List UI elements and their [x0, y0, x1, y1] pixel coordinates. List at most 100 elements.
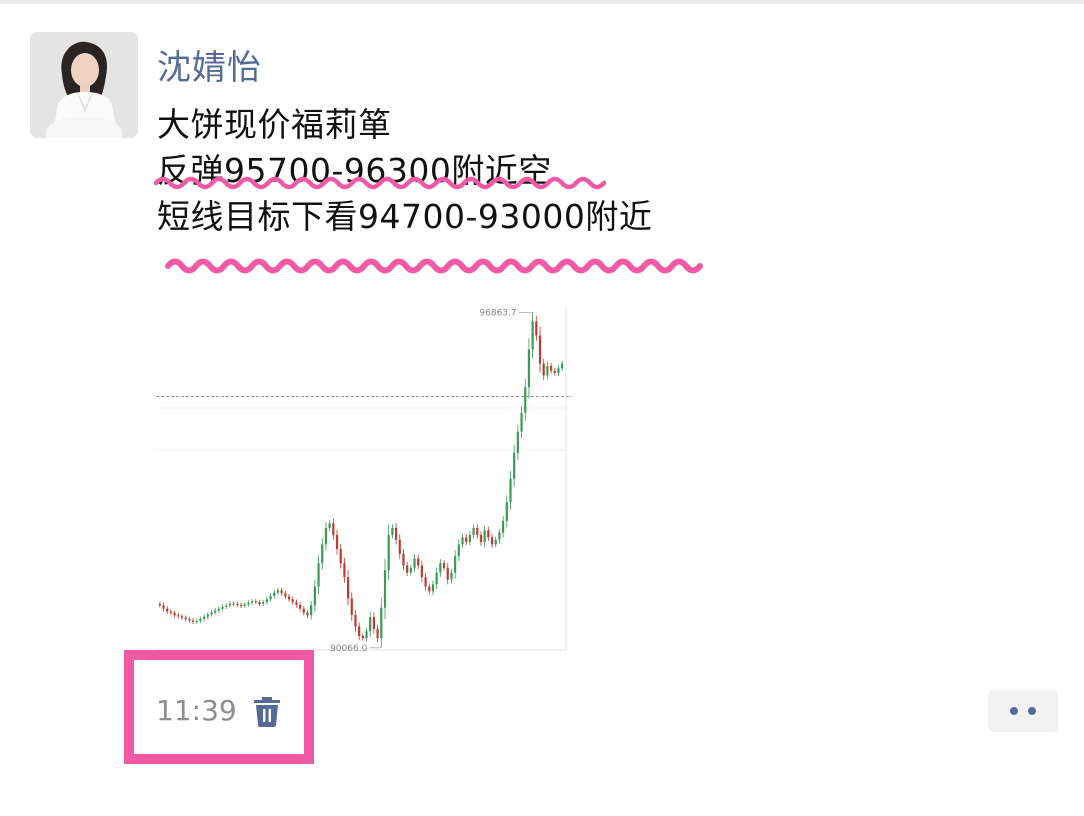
trash-icon [254, 697, 280, 727]
candle-body [531, 321, 534, 350]
candle-body [236, 603, 239, 605]
candle-body [468, 534, 471, 543]
candle-body [483, 530, 486, 543]
candle-body [358, 626, 361, 636]
candle-body [553, 370, 556, 374]
candle-body [509, 478, 512, 503]
candle-body [394, 527, 398, 540]
candle-body [505, 502, 508, 521]
candle-body [287, 596, 291, 600]
candle-body [299, 604, 302, 609]
candle-body [561, 363, 564, 369]
candle-body [520, 412, 523, 432]
candle-body [435, 572, 438, 585]
candle-body [406, 565, 409, 573]
candle-body [184, 617, 187, 620]
candle-body [409, 567, 412, 573]
more-options-button[interactable] [988, 690, 1058, 732]
candle-body [549, 365, 553, 371]
candle-body [280, 590, 283, 594]
candle-body [324, 527, 328, 545]
candle-body [472, 527, 475, 535]
candle-body [335, 534, 339, 550]
candle-body [332, 523, 335, 535]
candle-body [321, 544, 324, 564]
high-price-label: 96863.7 [479, 308, 516, 318]
candle-body [513, 452, 516, 479]
delete-button[interactable] [252, 694, 282, 728]
candle-body [284, 593, 287, 597]
candlestick-chart: 96863.7 90066.0 [156, 308, 572, 654]
chart-image[interactable]: 96863.7 90066.0 [156, 308, 572, 654]
candle-body [527, 349, 531, 388]
candle-body [380, 607, 383, 639]
candle-body [158, 603, 161, 606]
candle-body [465, 537, 468, 543]
candle-body [487, 530, 490, 538]
candle-body [354, 614, 357, 627]
candle-body [420, 565, 423, 578]
candle-body [195, 620, 198, 622]
candle-body [269, 596, 272, 600]
candle-body [166, 608, 169, 612]
candle-body [479, 534, 483, 543]
candle-body [398, 539, 401, 554]
author-avatar[interactable] [30, 32, 138, 138]
candle-body [476, 527, 479, 535]
candle-body [180, 616, 184, 618]
candle-body [203, 616, 206, 620]
candle-body [302, 608, 305, 613]
more-dots-icon [1010, 707, 1018, 715]
candle-body [457, 544, 460, 557]
candle-body [262, 602, 265, 604]
candle-body [490, 537, 494, 545]
candle-body [295, 602, 298, 605]
post-time: 11:39 [156, 694, 237, 727]
candle-body [273, 592, 276, 597]
candle-body [276, 590, 280, 593]
candle-body [369, 617, 372, 632]
candle-body [450, 572, 453, 580]
candle-body [494, 539, 497, 545]
candle-body [306, 612, 309, 616]
candle-body [516, 431, 519, 453]
candle-body [428, 586, 431, 592]
candle-body [239, 604, 243, 606]
candle-body [188, 619, 191, 621]
candle-body [535, 321, 538, 336]
candle-body [313, 586, 316, 606]
candle-body [454, 556, 457, 573]
candle-body [317, 563, 320, 587]
candle-body [413, 558, 416, 568]
candle-body [251, 601, 254, 603]
candles-group [158, 312, 564, 648]
candle-body [221, 606, 224, 609]
candle-body [439, 563, 442, 573]
candle-body [424, 577, 427, 587]
candle-body [365, 631, 368, 639]
wavy-underline-short [153, 176, 607, 190]
candle-body [206, 614, 209, 617]
candle-body [442, 563, 446, 568]
candle-body [232, 603, 235, 605]
candle-body [258, 602, 261, 604]
candle-body [524, 387, 527, 413]
candle-body [247, 602, 250, 605]
candle-body [402, 553, 405, 566]
candle-body [431, 584, 435, 592]
candle-body [383, 570, 387, 608]
candle-body [310, 605, 313, 616]
candle-body [542, 363, 545, 376]
candle-body [291, 599, 294, 603]
candle-body [210, 612, 213, 615]
author-name[interactable]: 沈婧怡 [157, 40, 262, 89]
candle-body [502, 520, 505, 533]
candle-body [387, 534, 390, 571]
post-line-3: 短线目标下看94700-93000附近 [157, 197, 653, 236]
low-price-label: 90066.0 [330, 644, 367, 654]
candle-body [328, 523, 331, 528]
candle-body [361, 635, 364, 639]
post-line-1: 大饼现价福莉箪 [157, 105, 392, 144]
more-dots-icon [1028, 707, 1036, 715]
candle-body [177, 615, 180, 617]
